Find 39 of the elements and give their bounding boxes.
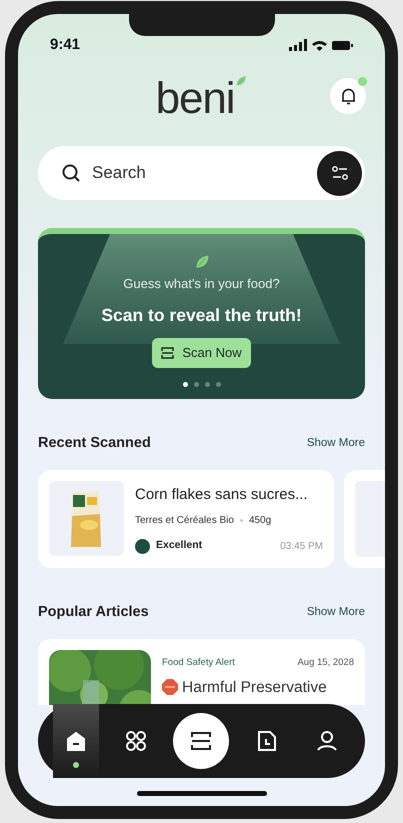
product-weight: 450g [248,514,272,528]
nav-tab[interactable] [53,704,100,778]
article-date: Aug 15, 2028 [297,656,354,670]
wifi-icon [312,40,327,50]
status-time: 9:41 [50,34,80,55]
product-card[interactable]: Corn flakes sans sucres... Terres et Céréales Bio 450g Excellent 03:45 PM [38,470,334,568]
scan-icon [161,346,174,359]
article-card[interactable]: Food Safety Alert Aug 15, 2028 Harmful Preservative [38,638,365,704]
grid-icon[interactable] [125,730,148,752]
home-icon[interactable] [65,730,88,752]
article-title: Harmful Preservative [182,678,327,698]
section-title: Recent Scanned [38,434,151,453]
app-logo: beni [156,77,234,121]
filter-button[interactable] [317,150,362,196]
scan-now-button[interactable]: Scan Now [152,338,251,368]
banner-question: Guess what's in your food? [123,275,280,293]
leaf-icon [194,254,210,270]
sliders-icon [332,166,348,180]
bell-icon [340,88,356,104]
section-title: Popular Articles [38,602,149,622]
search-icon [62,164,81,182]
scan-icon[interactable] [190,730,212,752]
show-more-link[interactable]: Show More [306,604,365,622]
profile-icon[interactable] [316,730,337,752]
search-bar[interactable]: Search [38,146,365,200]
leaf-icon [235,75,248,87]
scan-time: 03:45 PM [280,540,323,554]
product-brand: Terres et Céréales Bio [135,514,234,528]
article-category: Food Safety Alert [162,656,235,670]
banner-headline: Scan to reveal the truth! [101,304,302,326]
battery-icon [332,40,353,50]
rating-label: Excellent [156,538,202,554]
stop-sign-icon [162,679,178,696]
product-name: Corn flakes sans sucres... [135,484,309,505]
notification-button[interactable] [330,78,366,114]
show-more-link[interactable]: Show More [306,435,365,452]
document-clock-icon[interactable] [256,730,277,752]
signal-icon [289,39,307,51]
search-input[interactable]: Search [92,160,317,186]
